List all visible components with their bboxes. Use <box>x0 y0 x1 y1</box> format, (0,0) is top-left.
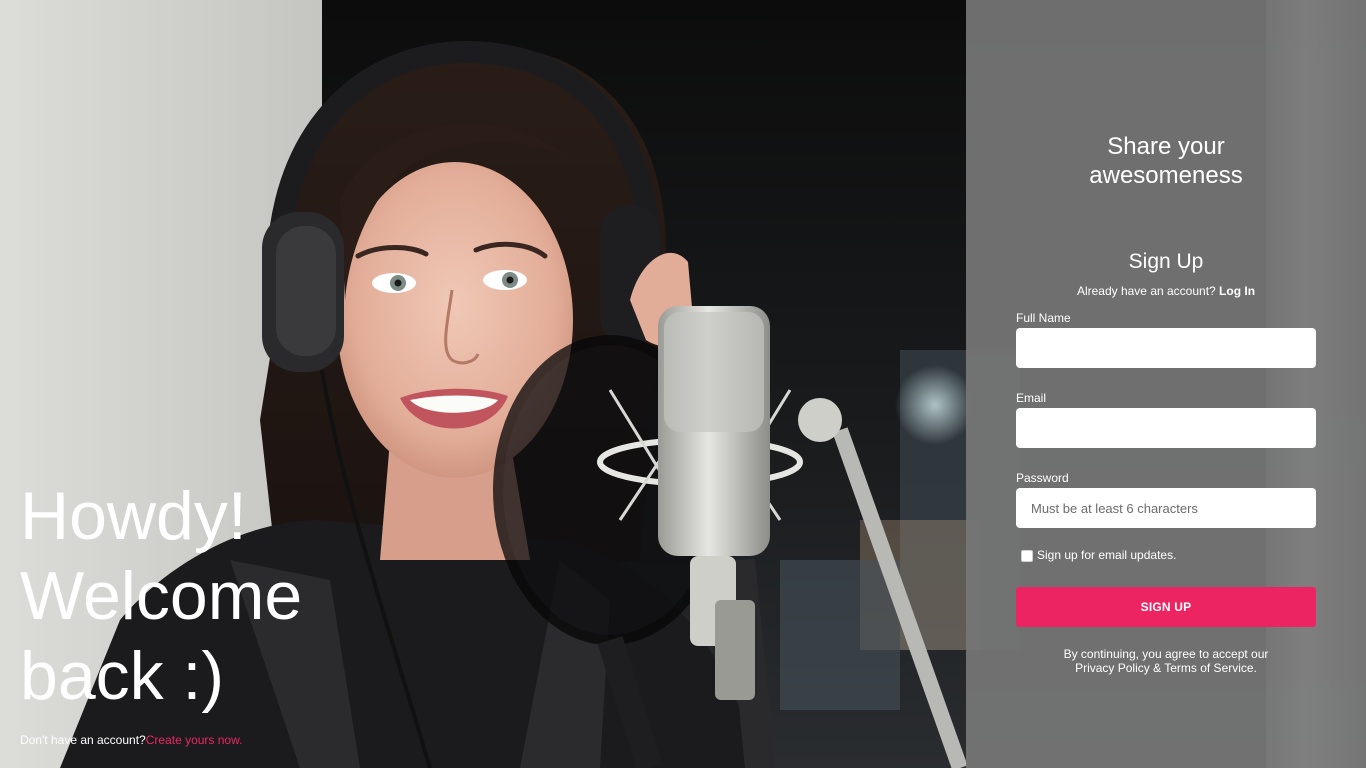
login-link[interactable]: Log In <box>1219 284 1255 298</box>
greeting-line-2: Welcome <box>20 558 303 634</box>
no-account-text: Don't have an account? <box>20 733 146 747</box>
create-account-link[interactable]: Create yours now. <box>146 733 243 747</box>
tagline: Share your awesomeness <box>966 132 1366 190</box>
tagline-line-2: awesomeness <box>1089 162 1243 189</box>
terms-line-1: By continuing, you agree to accept our <box>1063 647 1269 661</box>
email-label: Email <box>1016 391 1047 405</box>
tagline-line-1: Share your <box>1107 133 1225 160</box>
already-account-text: Already have an account? <box>1076 284 1216 298</box>
form-title: Sign Up <box>1128 250 1204 273</box>
terms-line-2[interactable]: Privacy Policy & Terms of Service. <box>966 661 1366 675</box>
welcome-heading: Howdy! Welcome back :) <box>20 476 380 716</box>
password-label: Password <box>1016 471 1069 485</box>
full-name-input[interactable] <box>1016 328 1316 368</box>
sign-up-button[interactable]: SIGN UP <box>1016 587 1316 627</box>
login-prompt: Already have an account? Log In <box>966 284 1366 298</box>
email-updates-checkbox[interactable] <box>1021 550 1033 562</box>
password-input[interactable] <box>1016 488 1316 528</box>
email-input[interactable] <box>1016 408 1316 448</box>
full-name-label: Full Name <box>1016 311 1071 325</box>
greeting-line-3: back :) <box>20 638 225 714</box>
terms-notice: By continuing, you agree to accept our P… <box>966 647 1366 675</box>
email-updates-label: Sign up for email updates. <box>1037 548 1177 562</box>
greeting-line-1: Howdy! <box>20 478 247 554</box>
signup-panel: Share your awesomeness Sign Up Already h… <box>966 0 1366 768</box>
email-updates-row: Sign up for email updates. <box>1021 548 1176 562</box>
create-account-prompt: Don't have an account?Create yours now. <box>20 733 242 747</box>
